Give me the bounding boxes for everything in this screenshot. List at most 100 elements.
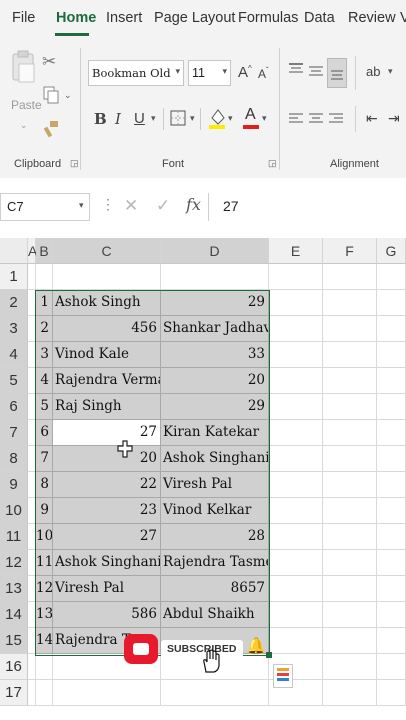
column-header-c[interactable]: C: [53, 238, 161, 264]
cell-d[interactable]: Kiran Katekar: [161, 420, 269, 446]
clipboard-launcher-icon[interactable]: ◲: [70, 158, 79, 169]
cell-d[interactable]: Shankar Jadhav: [161, 316, 269, 342]
cell-d[interactable]: Vinod Kelkar: [161, 498, 269, 524]
fill-color-icon[interactable]: [208, 106, 226, 130]
cell-f[interactable]: [323, 602, 377, 628]
borders-dropdown-icon[interactable]: ▾: [190, 113, 195, 124]
cancel-icon[interactable]: ✕: [124, 196, 138, 216]
cell-g[interactable]: [377, 316, 406, 342]
decrease-font-size-icon[interactable]: Aˇ: [258, 66, 269, 81]
cell-b[interactable]: 2: [36, 316, 53, 342]
insert-function-icon[interactable]: fx: [186, 195, 201, 214]
cell-a[interactable]: [28, 316, 36, 342]
cell-d[interactable]: [161, 264, 269, 290]
tab-file[interactable]: File: [12, 10, 35, 26]
cell-e[interactable]: [269, 550, 323, 576]
cell-e[interactable]: [269, 264, 323, 290]
cell-b[interactable]: 14: [36, 628, 53, 654]
row-header[interactable]: 3: [0, 316, 28, 342]
cell-a[interactable]: [28, 602, 36, 628]
row-header[interactable]: 11: [0, 524, 28, 550]
formula-bar-more-icon[interactable]: ⋮: [101, 196, 115, 213]
cell-c[interactable]: Ashok Singhania: [53, 550, 161, 576]
cell-a[interactable]: [28, 420, 36, 446]
align-middle-icon[interactable]: [309, 62, 323, 78]
paste-dropdown-icon[interactable]: ⌄: [20, 120, 28, 131]
cell-c[interactable]: 23: [53, 498, 161, 524]
column-header-f[interactable]: F: [323, 238, 377, 264]
column-header-b[interactable]: B: [36, 238, 53, 264]
cell-b[interactable]: [36, 264, 53, 290]
row-header[interactable]: 12: [0, 550, 28, 576]
cell-a[interactable]: [28, 290, 36, 316]
cell-b[interactable]: 8: [36, 472, 53, 498]
cell-a[interactable]: [28, 680, 36, 706]
cell-f[interactable]: [323, 394, 377, 420]
cell-g[interactable]: [377, 524, 406, 550]
fill-color-dropdown-icon[interactable]: ▾: [228, 113, 233, 124]
cell-d[interactable]: 28: [161, 524, 269, 550]
cell-b[interactable]: [36, 680, 53, 706]
cell-c[interactable]: 27: [53, 524, 161, 550]
cell-f[interactable]: [323, 446, 377, 472]
cell-e[interactable]: [269, 394, 323, 420]
cell-c[interactable]: 27: [53, 420, 161, 446]
cell-f[interactable]: [323, 264, 377, 290]
row-header[interactable]: 9: [0, 472, 28, 498]
cell-d[interactable]: 29: [161, 290, 269, 316]
cell-g[interactable]: [377, 576, 406, 602]
align-bottom-icon[interactable]: [327, 58, 347, 88]
cell-a[interactable]: [28, 576, 36, 602]
cell-c[interactable]: [53, 264, 161, 290]
subscribe-play-icon[interactable]: [124, 634, 158, 664]
cell-b[interactable]: 13: [36, 602, 53, 628]
cell-c[interactable]: Viresh Pal: [53, 576, 161, 602]
cell-a[interactable]: [28, 394, 36, 420]
cell-e[interactable]: [269, 498, 323, 524]
underline-dropdown-icon[interactable]: ▾: [151, 113, 156, 124]
row-header[interactable]: 2: [0, 290, 28, 316]
cell-a[interactable]: [28, 264, 36, 290]
row-header[interactable]: 4: [0, 342, 28, 368]
cell-d[interactable]: Viresh Pal: [161, 472, 269, 498]
cell-g[interactable]: [377, 550, 406, 576]
column-header-a[interactable]: A: [28, 238, 37, 264]
cell-g[interactable]: [377, 342, 406, 368]
format-painter-icon[interactable]: [43, 120, 60, 138]
row-header[interactable]: 7: [0, 420, 28, 446]
cell-d[interactable]: Rajendra Tasme: [161, 550, 269, 576]
cell-b[interactable]: 10: [36, 524, 53, 550]
cell-g[interactable]: [377, 680, 406, 706]
cell-g[interactable]: [377, 446, 406, 472]
cell-d[interactable]: 8657: [161, 576, 269, 602]
cell-b[interactable]: 1: [36, 290, 53, 316]
paste-icon[interactable]: [10, 50, 36, 94]
borders-icon[interactable]: [170, 110, 186, 126]
cell-f[interactable]: [323, 576, 377, 602]
cell-b[interactable]: 3: [36, 342, 53, 368]
orientation-dropdown-icon[interactable]: ▾: [388, 66, 393, 77]
tab-formulas[interactable]: Formulas: [238, 10, 298, 26]
cell-c[interactable]: 586: [53, 602, 161, 628]
cell-e[interactable]: [269, 316, 323, 342]
align-left-icon[interactable]: [289, 112, 303, 126]
font-color-dropdown-icon[interactable]: ▾: [262, 113, 267, 124]
cell-g[interactable]: [377, 654, 406, 680]
row-header[interactable]: 16: [0, 654, 28, 680]
cell-b[interactable]: 6: [36, 420, 53, 446]
increase-indent-icon[interactable]: ⇥: [388, 110, 400, 127]
cell-b[interactable]: 12: [36, 576, 53, 602]
cell-c[interactable]: Raj Singh: [53, 394, 161, 420]
row-header[interactable]: 13: [0, 576, 28, 602]
cell-a[interactable]: [28, 446, 36, 472]
cell-e[interactable]: [269, 524, 323, 550]
cell-f[interactable]: [323, 342, 377, 368]
cell-f[interactable]: [323, 472, 377, 498]
cell-c[interactable]: Rajendra Verma: [53, 368, 161, 394]
cell-b[interactable]: 11: [36, 550, 53, 576]
cell-c[interactable]: Ashok Singh: [53, 290, 161, 316]
row-header[interactable]: 10: [0, 498, 28, 524]
select-all-corner[interactable]: [0, 238, 28, 264]
cell-f[interactable]: [323, 628, 377, 654]
column-header-d[interactable]: D: [161, 238, 269, 264]
